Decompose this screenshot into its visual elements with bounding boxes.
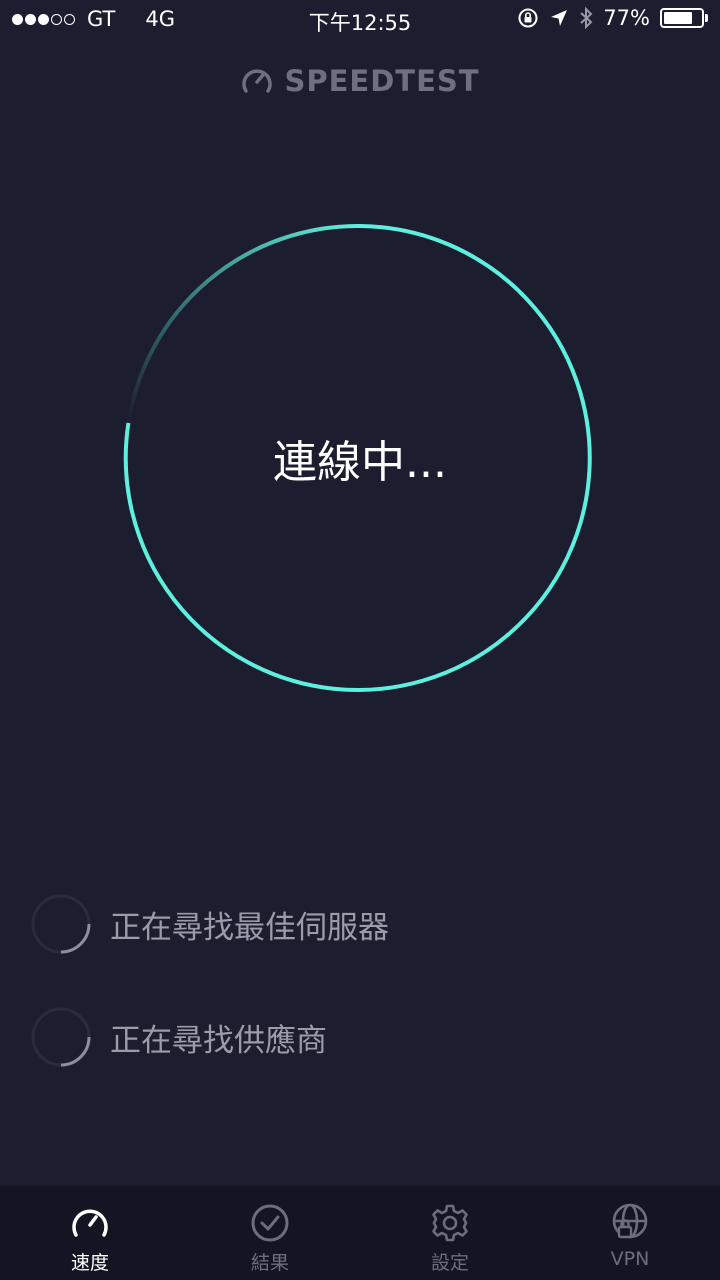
- location-arrow-icon: [549, 8, 569, 28]
- logo-text: SPEEDTEST: [284, 64, 480, 98]
- check-circle-icon: [251, 1204, 289, 1242]
- connection-status-text: 連線中...: [273, 437, 447, 488]
- tab-vpn[interactable]: VPN: [540, 1186, 720, 1280]
- finding-server-row: 正在尋找最佳伺服器: [30, 893, 389, 955]
- status-bar: GT 4G 下午12:55 77%: [0, 0, 720, 40]
- tab-label: 速度: [70, 1252, 109, 1274]
- tab-bar: 速度 結果 設定 VPN: [0, 1186, 720, 1280]
- loading-spinner-icon: [31, 1007, 91, 1067]
- gear-icon: [432, 1204, 468, 1242]
- tab-results[interactable]: 結果: [180, 1186, 360, 1280]
- tab-label: VPN: [610, 1248, 650, 1270]
- speedometer-icon: [72, 1209, 108, 1237]
- battery-icon: [660, 8, 708, 28]
- finding-provider-row: 正在尋找供應商: [30, 1006, 327, 1068]
- tab-label: 設定: [430, 1252, 469, 1274]
- loading-spinner-icon: [31, 894, 91, 954]
- tab-speed[interactable]: 速度: [0, 1186, 180, 1280]
- speedometer-logo-icon: [242, 69, 273, 93]
- tab-settings[interactable]: 設定: [360, 1186, 540, 1280]
- progress-label: 正在尋找最佳伺服器: [110, 909, 389, 946]
- tab-label: 結果: [250, 1252, 289, 1274]
- globe-lock-icon: [612, 1203, 648, 1239]
- progress-label: 正在尋找供應商: [110, 1022, 327, 1059]
- battery-percent: 77%: [603, 6, 650, 30]
- status-right: 77%: [507, 6, 708, 30]
- bluetooth-icon: [579, 6, 593, 30]
- speedtest-logo: SPEEDTEST: [0, 64, 720, 98]
- orientation-lock-icon: [517, 7, 539, 29]
- speedtest-screen: GT 4G 下午12:55 77% SPEEDTEST 連線中... 正在尋找最…: [0, 0, 720, 1280]
